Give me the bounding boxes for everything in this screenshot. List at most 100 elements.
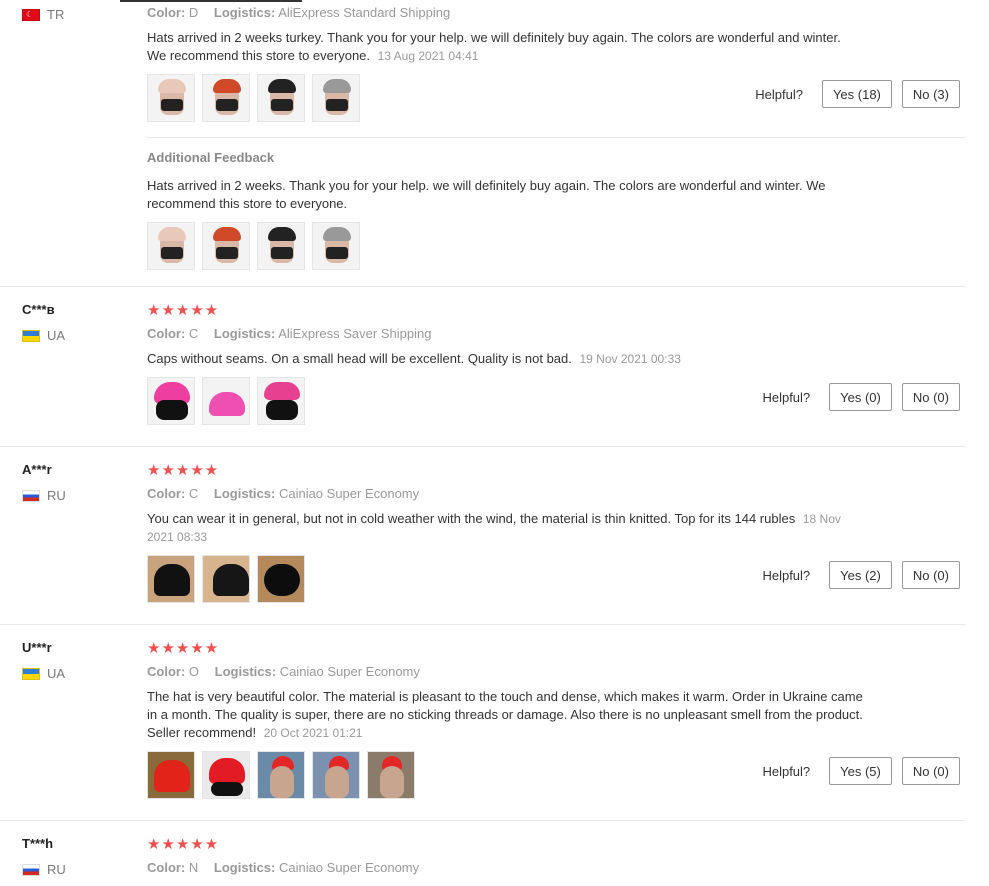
additional-feedback-photos [147, 222, 367, 270]
flag-tr-icon [22, 8, 40, 21]
tab-underline [120, 0, 302, 2]
color-label: Color: [147, 5, 186, 20]
review-body: Caps without seams. On a small head will… [147, 351, 572, 366]
review-text: The hat is very beautiful color. The mat… [147, 688, 867, 742]
review-photos [147, 751, 422, 799]
divider [147, 137, 966, 138]
reviewer-country: RU [22, 862, 66, 877]
logistics-value: Cainiao Super Economy [278, 860, 420, 875]
divider [0, 446, 966, 447]
review-body: You can wear it in general, but not in c… [147, 511, 796, 526]
country-code: UA [47, 666, 66, 681]
review-photo[interactable] [147, 74, 195, 122]
reviewer-country: RU [22, 488, 66, 503]
helpful-no-button[interactable]: No (0) [901, 757, 960, 785]
reviewer-country: UA [22, 328, 65, 343]
helpful-vote: Helpful? Yes (5) No (0) [762, 757, 960, 785]
review-photo[interactable] [257, 377, 305, 425]
helpful-vote: Helpful? Yes (2) No (0) [762, 561, 960, 589]
reviewer-name: T***h [22, 836, 54, 851]
color-value: N [188, 860, 199, 875]
review-meta: Color: O Logistics: Cainiao Super Econom… [147, 664, 420, 679]
country-code: RU [47, 488, 66, 503]
review-body: Hats arrived in 2 weeks turkey. Thank yo… [147, 30, 841, 63]
review-photo[interactable] [147, 555, 195, 603]
review-photo[interactable] [147, 222, 195, 270]
logistics-label: Logistics: [213, 860, 276, 875]
helpful-vote: Helpful? Yes (18) No (3) [755, 80, 960, 108]
review-date: 19 Nov 2021 00:33 [579, 352, 681, 366]
helpful-vote: Helpful? Yes (0) No (0) [762, 383, 960, 411]
helpful-no-button[interactable]: No (3) [901, 80, 960, 108]
helpful-label: Helpful? [762, 763, 811, 779]
review-photo[interactable] [202, 751, 250, 799]
logistics-value: Cainiao Super Economy [279, 664, 420, 679]
divider [0, 286, 966, 287]
review-photo[interactable] [367, 751, 415, 799]
review-meta: Color: C Logistics: Cainiao Super Econom… [147, 486, 419, 501]
color-value: O [188, 664, 200, 679]
helpful-yes-button[interactable]: Yes (0) [829, 383, 892, 411]
reviewer-name: U***r [22, 640, 52, 655]
review-body: The hat is very beautiful color. The mat… [147, 689, 863, 740]
logistics-label: Logistics: [213, 486, 276, 501]
helpful-no-button[interactable]: No (0) [901, 383, 960, 411]
flag-ua-icon [22, 667, 40, 680]
color-value: D [188, 5, 199, 20]
country-code: TR [47, 7, 65, 22]
helpful-yes-button[interactable]: Yes (5) [829, 757, 892, 785]
logistics-label: Logistics: [213, 5, 276, 20]
logistics-value: AliExpress Standard Shipping [278, 5, 451, 20]
review-text: Hats arrived in 2 weeks turkey. Thank yo… [147, 29, 847, 65]
logistics-value: AliExpress Saver Shipping [278, 326, 432, 341]
divider [0, 820, 966, 821]
star-rating: ★★★★★ [147, 640, 220, 657]
review-photos [147, 377, 312, 425]
star-rating: ★★★★★ [147, 836, 220, 853]
review-text: You can wear it in general, but not in c… [147, 510, 847, 546]
review-photo[interactable] [257, 751, 305, 799]
reviewer-country: TR [22, 7, 64, 22]
flag-ru-icon [22, 489, 40, 502]
additional-feedback-text: Hats arrived in 2 weeks. Thank you for y… [147, 178, 826, 211]
divider [0, 624, 966, 625]
color-label: Color: [147, 860, 186, 875]
review-meta: Color: N Logistics: Cainiao Super Econom… [147, 860, 419, 875]
helpful-label: Helpful? [755, 86, 803, 102]
color-label: Color: [147, 664, 186, 679]
review-photo[interactable] [202, 555, 250, 603]
logistics-value: Cainiao Super Economy [278, 486, 420, 501]
review-photo[interactable] [257, 222, 305, 270]
color-value: C [188, 326, 199, 341]
review-photo[interactable] [147, 377, 195, 425]
review-meta: Color: C Logistics: AliExpress Saver Shi… [147, 326, 431, 341]
review-photo[interactable] [202, 74, 250, 122]
color-value: C [188, 486, 199, 501]
review-photo[interactable] [257, 74, 305, 122]
review-photos [147, 74, 367, 122]
review-date: 20 Oct 2021 01:21 [263, 726, 363, 740]
country-code: RU [47, 862, 66, 877]
review-date: 13 Aug 2021 04:41 [377, 49, 479, 63]
logistics-label: Logistics: [214, 664, 277, 679]
flag-ua-icon [22, 329, 40, 342]
review-photos [147, 555, 312, 603]
review-photo[interactable] [257, 555, 305, 603]
star-rating: ★★★★★ [147, 302, 220, 319]
review-photo[interactable] [312, 222, 360, 270]
helpful-yes-button[interactable]: Yes (2) [829, 561, 892, 589]
review-photo[interactable] [312, 74, 360, 122]
star-rating: ★★★★★ [147, 462, 220, 479]
color-label: Color: [147, 326, 186, 341]
flag-ru-icon [22, 863, 40, 876]
logistics-label: Logistics: [213, 326, 276, 341]
helpful-yes-button[interactable]: Yes (18) [821, 80, 892, 108]
reviewer-name: C***в [22, 302, 55, 317]
helpful-no-button[interactable]: No (0) [901, 561, 960, 589]
review-photo[interactable] [202, 377, 250, 425]
country-code: UA [47, 328, 66, 343]
review-photo[interactable] [202, 222, 250, 270]
review-meta: Color: D Logistics: AliExpress Standard … [147, 5, 450, 20]
review-photo[interactable] [312, 751, 360, 799]
review-photo[interactable] [147, 751, 195, 799]
